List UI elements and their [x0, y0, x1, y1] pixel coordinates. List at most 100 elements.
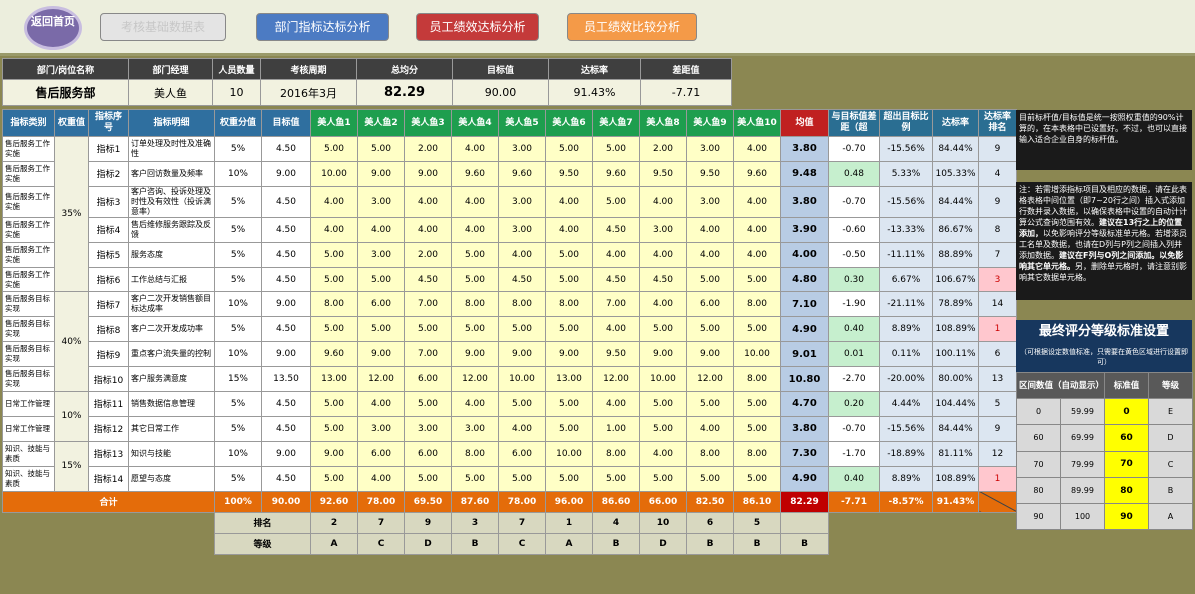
score-cell[interactable]: 12.00: [592, 366, 640, 393]
score-cell[interactable]: 4.00: [310, 185, 358, 218]
score-cell[interactable]: 10.00: [639, 366, 687, 393]
indicator-detail-cell[interactable]: 愿望与态度: [128, 465, 215, 492]
average-cell[interactable]: 3.80: [780, 185, 829, 218]
score-cell[interactable]: 9.50: [545, 160, 593, 187]
gap-cell[interactable]: -0.60: [828, 216, 880, 243]
score-cell[interactable]: 9.50: [686, 160, 734, 187]
exceed-cell[interactable]: 6.67%: [879, 266, 933, 293]
score-cell[interactable]: 3.00: [357, 241, 405, 268]
score-cell[interactable]: 5.00: [404, 465, 452, 492]
indicator-no-cell[interactable]: 指标7: [88, 291, 129, 318]
target-cell[interactable]: 4.50: [261, 465, 311, 492]
category-cell[interactable]: 售后服务工作实施: [2, 185, 55, 218]
home-button[interactable]: 返回首页: [24, 6, 82, 50]
score-cell[interactable]: 5.00: [498, 465, 546, 492]
score-cell[interactable]: 9.00: [451, 341, 499, 368]
rank-cell[interactable]: 7: [978, 241, 1017, 268]
score-cell[interactable]: 6.00: [404, 366, 452, 393]
score-cell[interactable]: 12.00: [686, 366, 734, 393]
score-cell[interactable]: 5.00: [639, 415, 687, 442]
weight-score-cell[interactable]: 5%: [214, 391, 262, 417]
score-cell[interactable]: 7.00: [404, 291, 452, 318]
score-cell[interactable]: 9.00: [404, 160, 452, 187]
weight-score-cell[interactable]: 5%: [214, 216, 262, 243]
indicator-detail-cell[interactable]: 订单处理及时性及准确性: [128, 136, 215, 162]
score-cell[interactable]: 4.00: [310, 216, 358, 243]
category-cell[interactable]: 售后服务工作实施: [2, 160, 55, 187]
score-cell[interactable]: 5.00: [592, 465, 640, 492]
category-cell[interactable]: 售后服务目标实现: [2, 341, 55, 368]
summary-value[interactable]: 售后服务部: [2, 79, 129, 106]
score-cell[interactable]: 4.50: [592, 266, 640, 293]
base-data-button[interactable]: 考核基础数据表: [100, 13, 226, 41]
grade-standard-input[interactable]: 90: [1104, 503, 1150, 531]
rate-cell[interactable]: 84.44%: [932, 136, 979, 162]
exceed-cell[interactable]: -15.56%: [879, 185, 933, 218]
indicator-detail-cell[interactable]: 服务态度: [128, 241, 215, 268]
gap-cell[interactable]: -0.70: [828, 185, 880, 218]
weight-score-cell[interactable]: 5%: [214, 415, 262, 442]
indicator-no-cell[interactable]: 指标6: [88, 266, 129, 293]
score-cell[interactable]: 8.00: [310, 291, 358, 318]
category-cell[interactable]: 售后服务目标实现: [2, 291, 55, 318]
score-cell[interactable]: 5.00: [451, 316, 499, 343]
indicator-no-cell[interactable]: 指标2: [88, 160, 129, 187]
score-cell[interactable]: 9.60: [592, 160, 640, 187]
score-cell[interactable]: 4.00: [592, 316, 640, 343]
gap-cell[interactable]: 0.01: [828, 341, 880, 368]
score-cell[interactable]: 9.00: [545, 341, 593, 368]
rate-cell[interactable]: 84.44%: [932, 185, 979, 218]
rank-cell[interactable]: 3: [978, 266, 1017, 293]
rank-cell[interactable]: 6: [978, 341, 1017, 368]
score-cell[interactable]: 3.00: [686, 136, 734, 162]
weight-score-cell[interactable]: 5%: [214, 185, 262, 218]
score-cell[interactable]: 4.00: [451, 185, 499, 218]
average-cell[interactable]: 9.01: [780, 341, 829, 368]
score-cell[interactable]: 5.00: [686, 316, 734, 343]
score-cell[interactable]: 9.50: [639, 160, 687, 187]
score-cell[interactable]: 5.00: [498, 391, 546, 417]
rate-cell[interactable]: 106.67%: [932, 266, 979, 293]
average-cell[interactable]: 3.80: [780, 136, 829, 162]
summary-value[interactable]: 91.43%: [548, 79, 641, 106]
rate-cell[interactable]: 88.89%: [932, 241, 979, 268]
indicator-no-cell[interactable]: 指标8: [88, 316, 129, 343]
rate-cell[interactable]: 80.00%: [932, 366, 979, 393]
rank-cell[interactable]: 1: [978, 316, 1017, 343]
group-weight-cell[interactable]: 35%: [54, 135, 89, 293]
indicator-detail-cell[interactable]: 工作总结与汇报: [128, 266, 215, 293]
indicator-no-cell[interactable]: 指标5: [88, 241, 129, 268]
average-cell[interactable]: 10.80: [780, 366, 829, 393]
score-cell[interactable]: 4.00: [639, 291, 687, 318]
score-cell[interactable]: 5.00: [357, 316, 405, 343]
exceed-cell[interactable]: -18.89%: [879, 440, 933, 467]
summary-value[interactable]: -7.71: [640, 79, 732, 106]
group-weight-cell[interactable]: 10%: [54, 391, 89, 442]
target-cell[interactable]: 4.50: [261, 185, 311, 218]
category-cell[interactable]: 售后服务工作实施: [2, 216, 55, 243]
score-cell[interactable]: 10.00: [733, 341, 781, 368]
rank-cell[interactable]: 9: [978, 415, 1017, 442]
summary-value[interactable]: 82.29: [356, 79, 453, 106]
indicator-detail-cell[interactable]: 客户回访数量及频率: [128, 160, 215, 187]
average-cell[interactable]: 4.70: [780, 391, 829, 417]
score-cell[interactable]: 5.00: [310, 266, 358, 293]
score-cell[interactable]: 6.00: [357, 291, 405, 318]
exceed-cell[interactable]: 0.11%: [879, 341, 933, 368]
score-cell[interactable]: 6.00: [498, 440, 546, 467]
staff-compare-button[interactable]: 员工绩效比较分析: [567, 13, 697, 41]
target-cell[interactable]: 4.50: [261, 216, 311, 243]
indicator-detail-cell[interactable]: 客户二次开发销售额目标达成率: [128, 291, 215, 318]
gap-cell[interactable]: 0.30: [828, 266, 880, 293]
average-cell[interactable]: 4.00: [780, 241, 829, 268]
rank-cell[interactable]: 12: [978, 440, 1017, 467]
gap-cell[interactable]: -1.90: [828, 291, 880, 318]
score-cell[interactable]: 9.00: [310, 440, 358, 467]
indicator-detail-cell[interactable]: 售后维修服务跟踪及反馈: [128, 216, 215, 243]
target-cell[interactable]: 9.00: [261, 291, 311, 318]
score-cell[interactable]: 5.00: [733, 415, 781, 442]
score-cell[interactable]: 9.00: [357, 160, 405, 187]
target-cell[interactable]: 4.50: [261, 391, 311, 417]
category-cell[interactable]: 售后服务工作实施: [2, 241, 55, 268]
category-cell[interactable]: 知识、技能与素质: [2, 440, 55, 467]
